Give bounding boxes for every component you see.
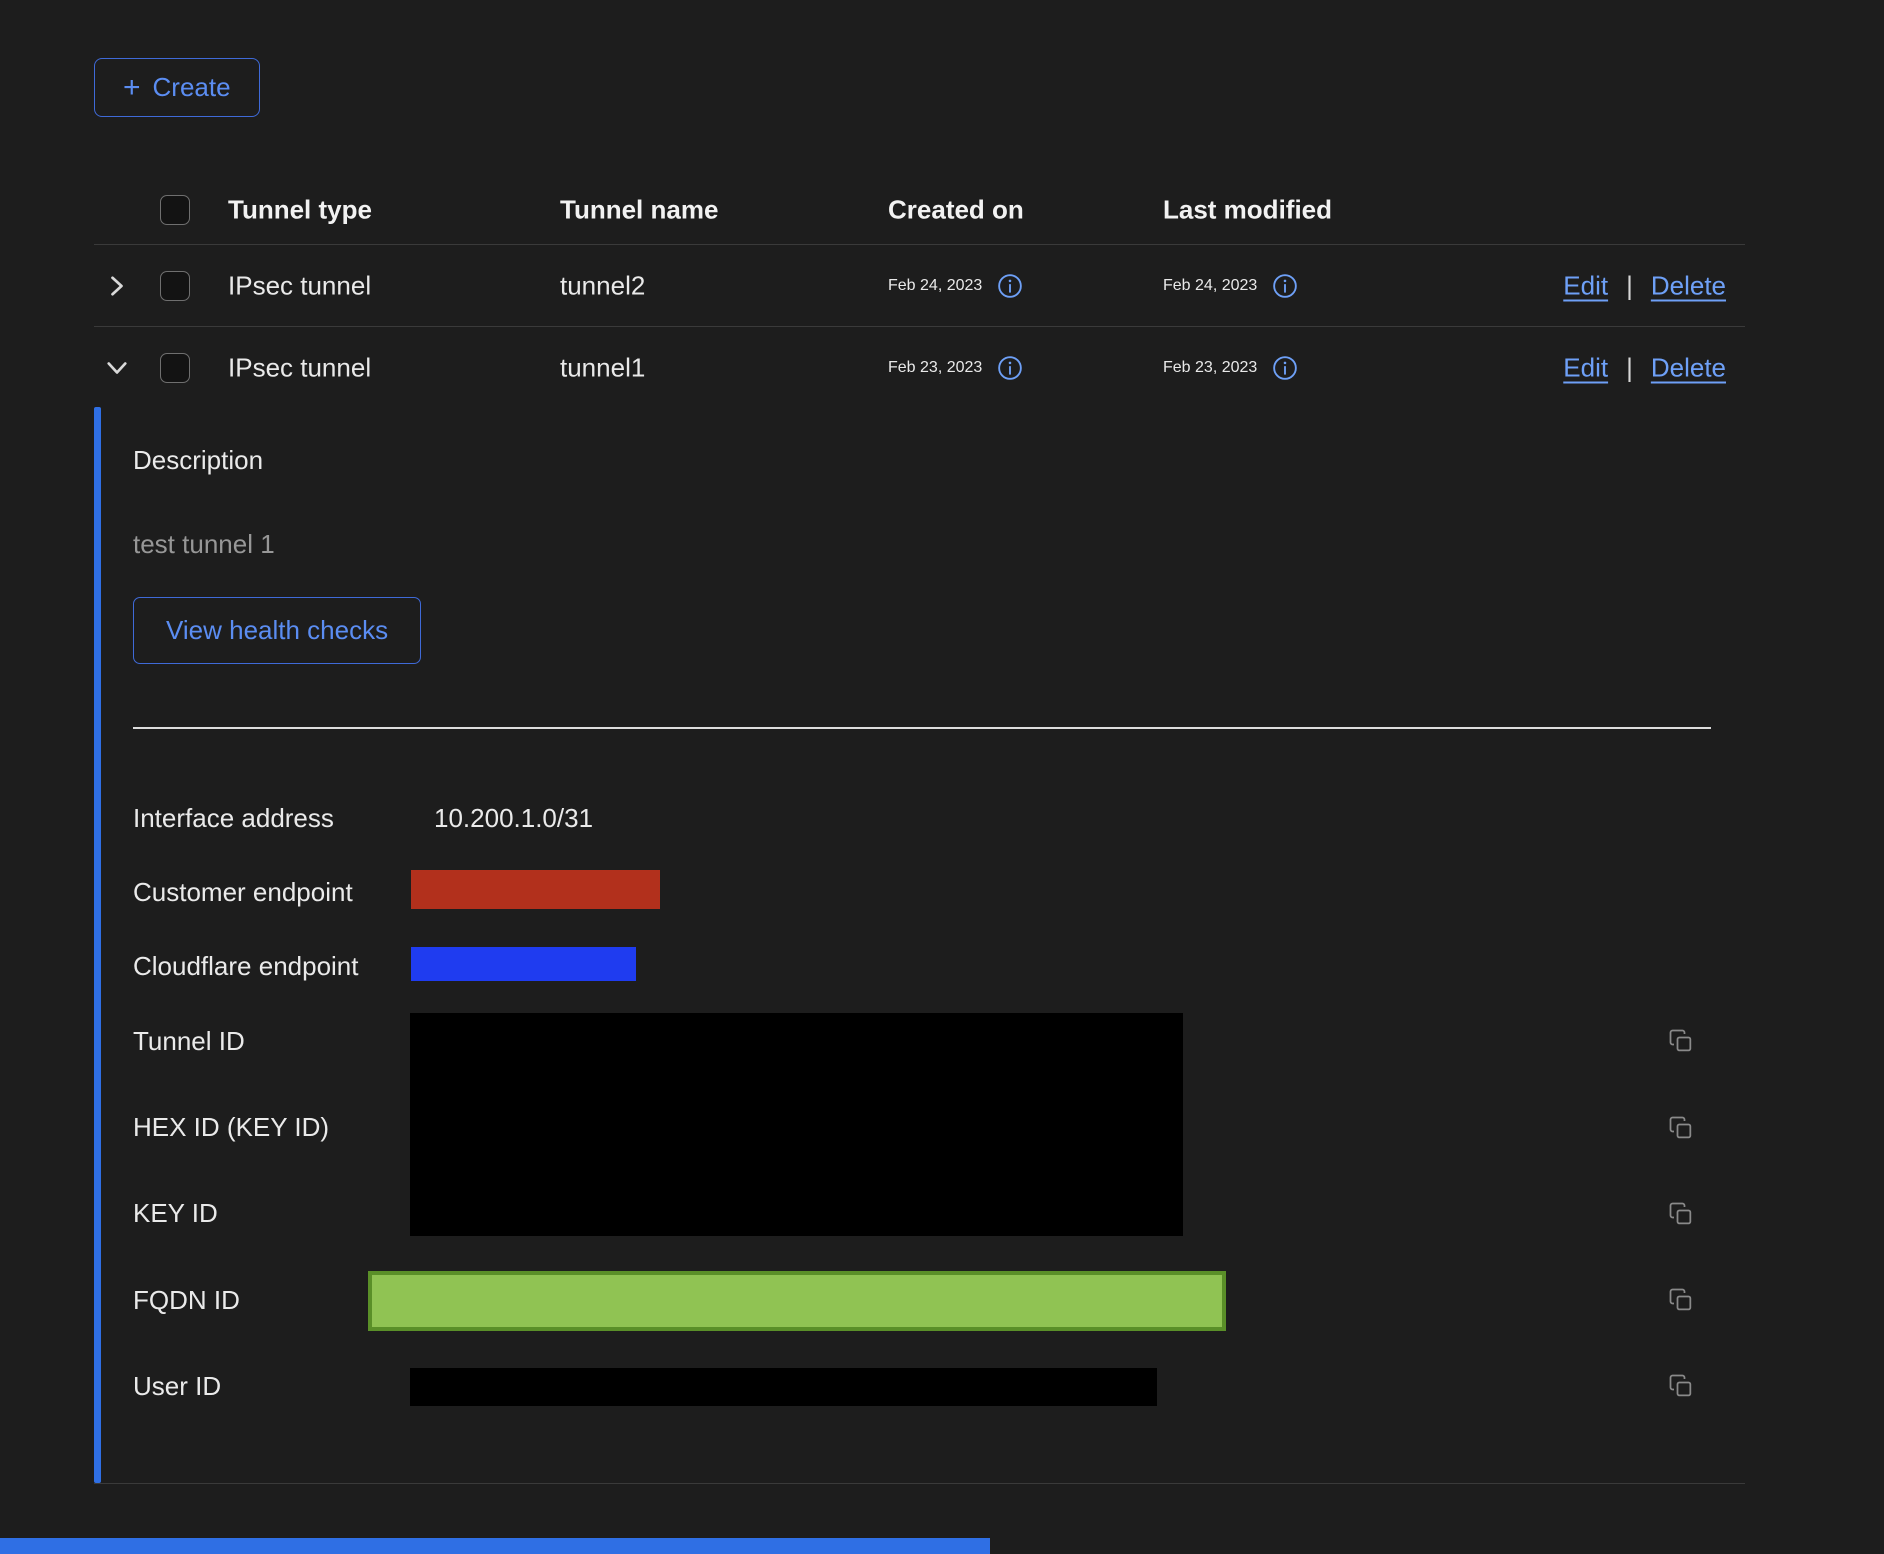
create-button-label: Create	[153, 72, 231, 103]
actions-separator: |	[1626, 271, 1633, 302]
copy-user-id-icon[interactable]	[1666, 1371, 1696, 1401]
copy-fqdn-id-icon[interactable]	[1666, 1285, 1696, 1315]
interface-address-label: Interface address	[133, 803, 334, 834]
created-on-cell: Feb 23, 2023	[888, 354, 1024, 382]
description-label: Description	[133, 445, 263, 476]
last-modified-date: Feb 23, 2023	[1163, 359, 1257, 377]
column-header-created-on: Created on	[888, 195, 1024, 226]
row-divider	[94, 326, 1745, 327]
row-checkbox[interactable]	[160, 271, 190, 301]
created-on-cell: Feb 24, 2023	[888, 272, 1024, 300]
key-id-label: KEY ID	[133, 1198, 218, 1229]
bottom-divider	[94, 1483, 1745, 1484]
header-divider	[94, 244, 1745, 245]
column-header-tunnel-type: Tunnel type	[228, 195, 372, 226]
column-header-tunnel-name: Tunnel name	[560, 195, 718, 226]
created-on-date: Feb 23, 2023	[888, 359, 982, 377]
actions-separator: |	[1626, 353, 1633, 384]
cloudflare-endpoint-redacted-value	[411, 947, 636, 981]
cloudflare-endpoint-label: Cloudflare endpoint	[133, 951, 359, 982]
table-row: IPsec tunnel tunnel2 Feb 24, 2023 Feb 24…	[0, 258, 1884, 314]
last-modified-cell: Feb 23, 2023	[1163, 354, 1299, 382]
copy-hex-id-icon[interactable]	[1666, 1113, 1696, 1143]
copy-key-id-icon[interactable]	[1666, 1199, 1696, 1229]
tunnel-name-cell: tunnel2	[560, 271, 645, 302]
detail-divider	[133, 727, 1711, 729]
tunnels-page: + Create Tunnel type Tunnel name Created…	[0, 0, 1884, 1554]
created-on-date: Feb 24, 2023	[888, 277, 982, 295]
description-value: test tunnel 1	[133, 529, 275, 560]
ids-redacted-block	[410, 1013, 1183, 1236]
delete-link[interactable]: Delete	[1651, 271, 1726, 302]
info-icon[interactable]	[996, 354, 1024, 382]
fqdn-id-label: FQDN ID	[133, 1285, 240, 1316]
copy-tunnel-id-icon[interactable]	[1666, 1026, 1696, 1056]
info-icon[interactable]	[1271, 272, 1299, 300]
delete-link[interactable]: Delete	[1651, 353, 1726, 384]
select-all-checkbox[interactable]	[160, 195, 190, 225]
row-checkbox[interactable]	[160, 353, 190, 383]
row-actions: Edit | Delete	[1563, 353, 1726, 384]
info-icon[interactable]	[996, 272, 1024, 300]
view-health-checks-button[interactable]: View health checks	[133, 597, 421, 664]
plus-icon: +	[123, 73, 141, 103]
fqdn-id-redacted-value	[368, 1271, 1226, 1331]
hex-id-label: HEX ID (KEY ID)	[133, 1112, 329, 1143]
customer-endpoint-label: Customer endpoint	[133, 877, 353, 908]
expand-chevron-right-icon[interactable]	[104, 273, 130, 299]
table-header-row: Tunnel type Tunnel name Created on Last …	[0, 182, 1884, 238]
tunnel-name-cell: tunnel1	[560, 353, 645, 384]
info-icon[interactable]	[1271, 354, 1299, 382]
tunnel-id-label: Tunnel ID	[133, 1026, 245, 1057]
customer-endpoint-redacted-value	[411, 870, 660, 909]
user-id-redacted-value	[410, 1368, 1157, 1406]
bottom-scroll-indicator-bar[interactable]	[0, 1538, 990, 1554]
last-modified-cell: Feb 24, 2023	[1163, 272, 1299, 300]
tunnel-type-cell: IPsec tunnel	[228, 271, 371, 302]
create-button[interactable]: + Create	[94, 58, 260, 117]
tunnel-type-cell: IPsec tunnel	[228, 353, 371, 384]
table-row: IPsec tunnel tunnel1 Feb 23, 2023 Feb 23…	[0, 340, 1884, 396]
edit-link[interactable]: Edit	[1563, 271, 1608, 302]
last-modified-date: Feb 24, 2023	[1163, 277, 1257, 295]
row-actions: Edit | Delete	[1563, 271, 1726, 302]
edit-link[interactable]: Edit	[1563, 353, 1608, 384]
collapse-chevron-down-icon[interactable]	[104, 355, 130, 381]
interface-address-value: 10.200.1.0/31	[434, 803, 593, 834]
expanded-row-indicator-bar	[94, 407, 101, 1483]
column-header-last-modified: Last modified	[1163, 195, 1332, 226]
user-id-label: User ID	[133, 1371, 221, 1402]
